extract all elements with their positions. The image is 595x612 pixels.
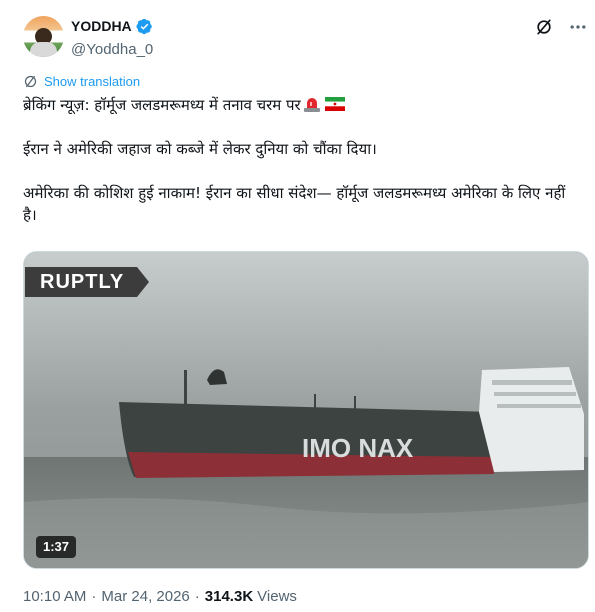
display-name[interactable]: YODDHA	[71, 18, 132, 34]
avatar[interactable]	[23, 16, 64, 57]
video-frame-ship: IMO NAX	[24, 252, 588, 568]
tweet-line-1: ब्रेकिंग न्यूज़: हॉर्मूज जलडमरूमध्य में …	[23, 94, 583, 116]
display-name-row: YODDHA	[71, 17, 153, 35]
meta-separator-1: ·	[91, 588, 97, 605]
siren-emoji-icon	[303, 98, 320, 112]
show-translation-link[interactable]: Show translation	[23, 74, 140, 89]
tweet-header: YODDHA @Yoddha_0	[23, 14, 588, 60]
tweet-line-1-text: ब्रेकिंग न्यूज़: हॉर्मूज जलडमरूमध्य में …	[23, 96, 301, 114]
tweet-meta: 10:10 AM · Mar 24, 2026 · 314.3K Views	[23, 588, 297, 605]
tweet-line-2: ईरान ने अमेरिकी जहाज को कब्जे में लेकर द…	[23, 140, 377, 158]
show-translation-label[interactable]: Show translation	[44, 74, 140, 89]
avatar-body	[30, 42, 57, 57]
tweet-time[interactable]: 10:10 AM	[23, 588, 86, 605]
views-label: Views	[257, 588, 297, 605]
tweet-text: ब्रेकिंग न्यूज़: हॉर्मूज जलडमरूमध्य में …	[23, 94, 583, 226]
meta-separator-2: ·	[194, 588, 200, 605]
views-count[interactable]: 314.3K	[205, 588, 253, 605]
ruptly-watermark: RUPTLY	[25, 267, 149, 297]
more-icon[interactable]	[568, 17, 588, 37]
grok-icon[interactable]	[534, 17, 554, 37]
tweet-date[interactable]: Mar 24, 2026	[101, 588, 189, 605]
ship-hull-text: IMO NAX	[302, 433, 414, 463]
author-names: YODDHA @Yoddha_0	[71, 17, 153, 58]
iran-flag-emoji-icon	[324, 97, 345, 111]
header-actions	[534, 17, 588, 37]
verified-badge-icon	[136, 18, 152, 34]
video-player[interactable]: IMO NAX RUPTLY 1:37	[23, 251, 589, 569]
tweet-line-3: अमेरिका की कोशिश हुई नाकाम! ईरान का सीधा…	[23, 184, 566, 224]
globe-translate-icon	[24, 75, 37, 88]
author-handle[interactable]: @Yoddha_0	[71, 41, 153, 58]
video-duration-badge: 1:37	[36, 536, 77, 558]
